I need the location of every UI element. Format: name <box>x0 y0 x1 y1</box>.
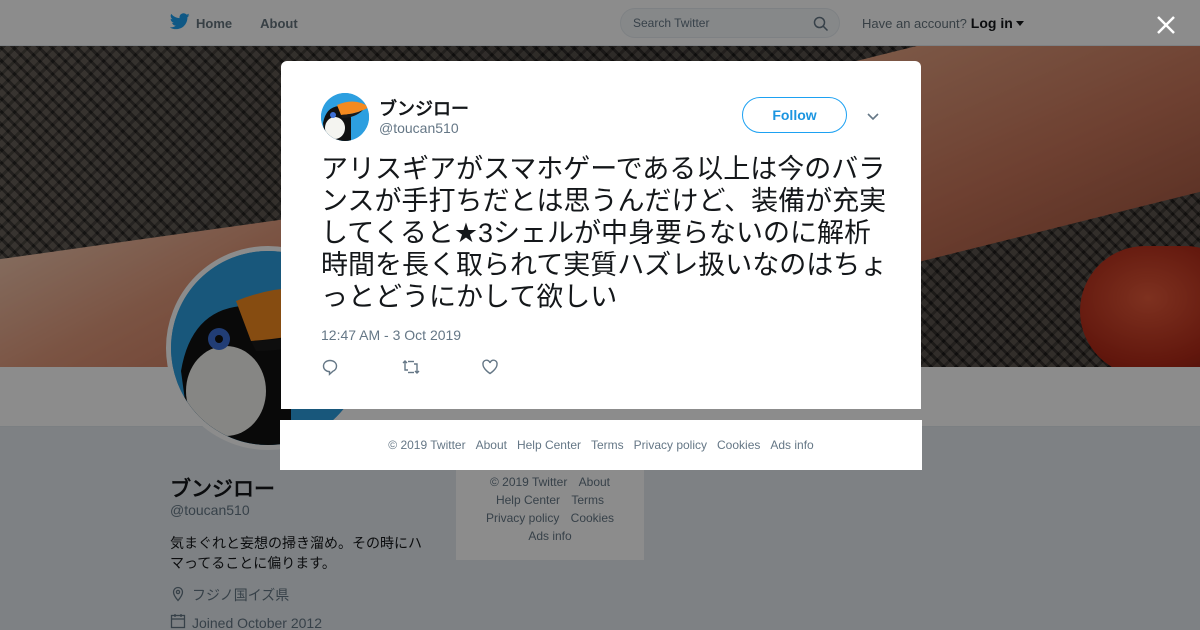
retweet-icon <box>401 358 421 381</box>
footer-cookies-link[interactable]: Cookies <box>717 438 760 452</box>
tweet-author-name[interactable]: ブンジロー <box>379 95 469 121</box>
tweet-actions <box>321 359 561 379</box>
tweet-author-handle[interactable]: @toucan510 <box>379 120 459 136</box>
chevron-down-icon[interactable] <box>865 108 881 124</box>
tweet-modal: ブンジロー @toucan510 Follow アリスギアがスマホゲーである以上… <box>281 61 921 409</box>
footer-about-link[interactable]: About <box>476 438 507 452</box>
retweet-button[interactable] <box>401 359 481 379</box>
follow-button[interactable]: Follow <box>742 97 847 133</box>
tweet-timestamp[interactable]: 12:47 AM - 3 Oct 2019 <box>321 327 461 343</box>
footer-privacy-link[interactable]: Privacy policy <box>634 438 707 452</box>
tweet-author-avatar[interactable] <box>321 93 369 141</box>
footer-terms-link[interactable]: Terms <box>591 438 624 452</box>
modal-footer: © 2019 Twitter About Help Center Terms P… <box>280 420 922 470</box>
footer-ads-link[interactable]: Ads info <box>770 438 813 452</box>
like-button[interactable] <box>481 359 561 379</box>
footer-copyright: © 2019 Twitter <box>388 438 466 452</box>
reply-button[interactable] <box>321 359 401 379</box>
like-icon <box>481 358 499 381</box>
close-icon[interactable] <box>1153 12 1179 38</box>
reply-icon <box>321 358 339 381</box>
footer-help-link[interactable]: Help Center <box>517 438 581 452</box>
tweet-text: アリスギアがスマホゲーである以上は今のバランスが手打ちだとは思うんだけど、装備が… <box>321 154 888 312</box>
